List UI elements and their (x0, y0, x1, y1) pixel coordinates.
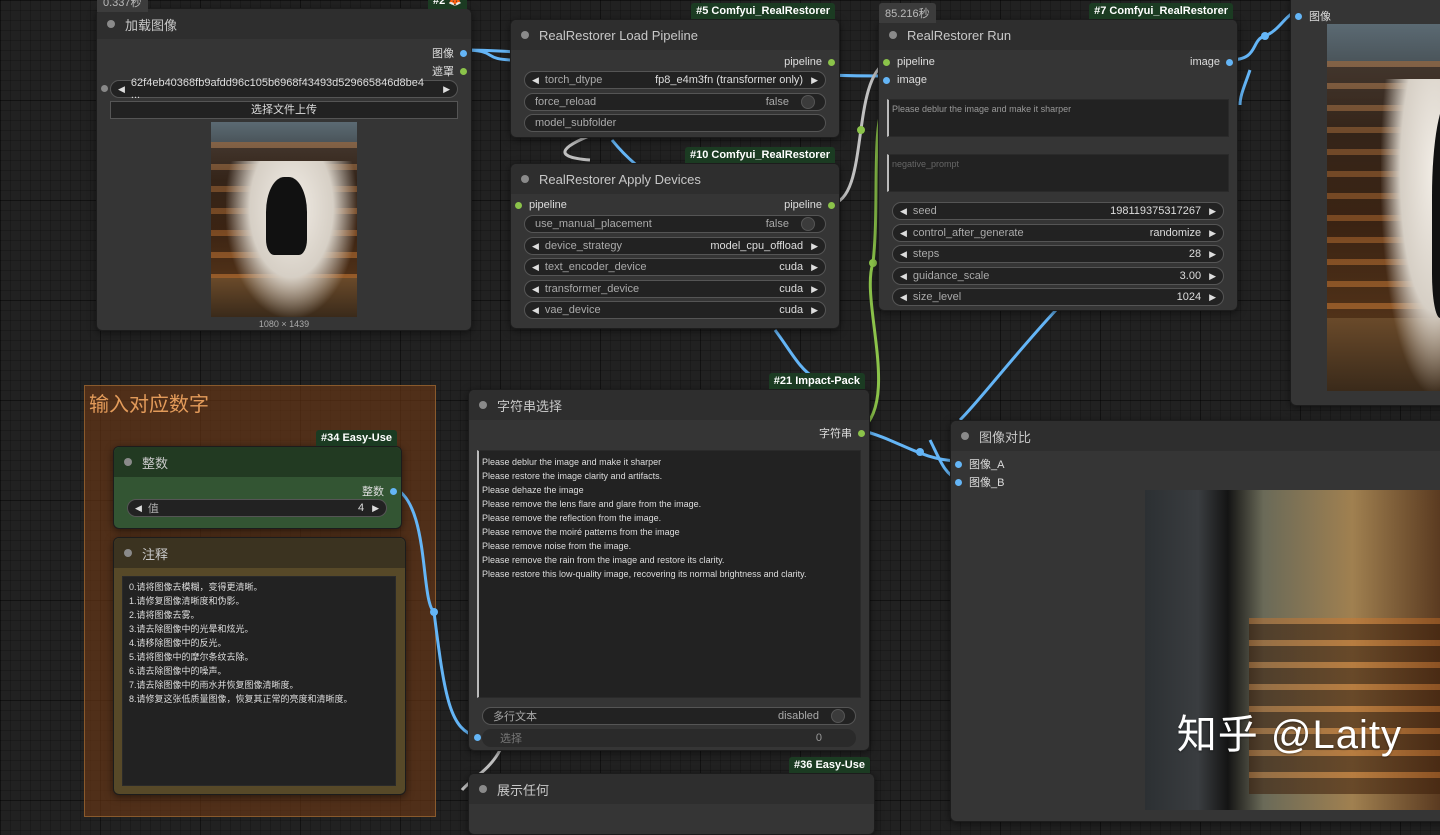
string-select-node[interactable]: #21 Impact-Pack 字符串选择 字符串 Please deblur … (468, 373, 870, 751)
input-pipeline[interactable]: pipeline (883, 56, 935, 68)
collapse-dot-icon[interactable] (479, 401, 487, 409)
torch-dtype-select[interactable]: ◀ torch_dtype fp8_e4m3fn (transformer only… (524, 71, 826, 89)
node-badge: #5 Comfyui_RealRestorer (691, 3, 835, 19)
note-content[interactable]: 0.请将图像去模糊，变得更清晰。 1.请修复图像清晰度和伪影。 2.请将图像去雾… (122, 576, 396, 786)
node-badge: #21 Impact-Pack (768, 373, 865, 389)
node-badge: #36 Easy-Use (789, 757, 870, 773)
output-image[interactable]: 图像 (432, 45, 467, 61)
wire-run-to-compare-a (958, 308, 1058, 422)
node-badge: #34 Easy-Use (316, 430, 397, 446)
node-title: 展示任何 (497, 782, 550, 798)
node-title: RealRestorer Run (907, 27, 1012, 43)
integer-node[interactable]: #34 Easy-Use 整数 整数 ◀ 值 4 ▶ (113, 430, 402, 529)
compare-image-preview[interactable] (1145, 490, 1440, 810)
control-after-generate-select[interactable]: ◀ control_after_generate randomize ▶ (892, 224, 1224, 242)
collapse-dot-icon[interactable] (124, 549, 132, 557)
output-integer[interactable]: 整数 (362, 483, 397, 499)
text-encoder-device-select[interactable]: ◀ text_encoder_device cuda ▶ (524, 258, 826, 276)
input-select-slot[interactable] (474, 734, 481, 741)
wire-run-down (1238, 69, 1252, 106)
node-badge: #10 Comfyui_RealRestorer (684, 147, 835, 163)
output-string[interactable]: 字符串 (819, 425, 865, 441)
guidance-scale-input[interactable]: ◀ guidance_scale 3.00 ▶ (892, 267, 1224, 285)
collapse-dot-icon[interactable] (124, 458, 132, 466)
image-file-select[interactable]: ◀ 62f4eb40368fb9afdd96c105b6968f43493d52… (110, 77, 458, 101)
select-index-input[interactable]: 选择 0 (482, 729, 856, 747)
input-image-preview (211, 122, 357, 317)
node-badge: #2 🦊 (428, 0, 467, 9)
image-dimensions: 1080 × 1439 (258, 319, 310, 329)
input-slot-dot[interactable] (101, 85, 108, 92)
realrestorer-run-node[interactable]: 85.216秒 #7 Comfyui_RealRestorer RealRest… (878, 3, 1238, 311)
collapse-dot-icon[interactable] (479, 785, 487, 793)
apply-devices-node[interactable]: #10 Comfyui_RealRestorer RealRestorer Ap… (510, 147, 840, 329)
input-image[interactable]: image (883, 74, 927, 86)
image-compare-node[interactable]: 图像对比 图像_A 图像_B (950, 420, 1440, 822)
negative-prompt-textarea[interactable]: negative_prompt (887, 154, 1229, 192)
node-badge: #7 Comfyui_RealRestorer (1089, 3, 1233, 19)
load-image-node[interactable]: 0.337秒 #2 🦊 加载图像 图像 遮罩 ◀ 62f4eb40368fb9a… (96, 0, 472, 331)
collapse-dot-icon[interactable] (107, 20, 115, 28)
wire-devices-to-selector (773, 329, 816, 380)
vae-device-select[interactable]: ◀ vae_device cuda ▶ (524, 301, 826, 319)
steps-input[interactable]: ◀ steps 28 ▶ (892, 245, 1224, 263)
input-pipeline[interactable]: pipeline (515, 199, 567, 211)
group-title: 输入对应数字 (89, 394, 209, 416)
next-arrow-icon[interactable]: ▶ (443, 84, 450, 95)
output-mask[interactable]: 遮罩 (432, 63, 467, 79)
note-node[interactable]: 注释 0.请将图像去模糊，变得更清晰。 1.请修复图像清晰度和伪影。 2.请将图… (113, 537, 406, 795)
wire-run-to-preview (1228, 10, 1297, 62)
load-pipeline-node[interactable]: #5 Comfyui_RealRestorer RealRestorer Loa… (510, 3, 840, 138)
node-title: 整数 (142, 455, 169, 471)
wire-image-to-compare (859, 428, 959, 463)
collapse-dot-icon[interactable] (889, 31, 897, 39)
collapse-dot-icon[interactable] (521, 31, 529, 39)
manual-placement-toggle[interactable]: use_manual_placement false (524, 215, 826, 233)
fox-icon: 🦊 (448, 0, 462, 7)
upload-button[interactable]: 选择文件上传 (110, 101, 458, 119)
execution-time: 85.216秒 (879, 3, 936, 23)
node-title: RealRestorer Apply Devices (539, 171, 701, 187)
preview-image-node[interactable]: 图像 (1290, 0, 1440, 406)
collapse-dot-icon[interactable] (521, 175, 529, 183)
force-reload-toggle[interactable]: force_reload false (524, 93, 826, 111)
input-image[interactable]: 图像 (1295, 8, 1331, 24)
prev-arrow-icon[interactable]: ◀ (118, 84, 125, 95)
input-image-a[interactable]: 图像_A (955, 456, 1004, 472)
show-any-node[interactable]: #36 Easy-Use 展示任何 (468, 757, 875, 835)
transformer-device-select[interactable]: ◀ transformer_device cuda ▶ (524, 280, 826, 298)
output-image[interactable]: image (1190, 56, 1233, 68)
output-pipeline[interactable]: pipeline (784, 199, 835, 211)
node-title: 字符串选择 (497, 398, 563, 414)
collapse-dot-icon[interactable] (961, 432, 969, 440)
size-level-input[interactable]: ◀ size_level 1024 ▶ (892, 288, 1224, 306)
watermark: 知乎 @Laity (1176, 713, 1402, 757)
integer-value-input[interactable]: ◀ 值 4 ▶ (127, 499, 387, 517)
device-strategy-select[interactable]: ◀ device_strategy model_cpu_offload ▶ (524, 237, 826, 255)
model-subfolder-input[interactable]: model_subfolder (524, 114, 826, 132)
node-title: 加载图像 (125, 17, 178, 33)
node-title: RealRestorer Load Pipeline (539, 27, 698, 43)
execution-time: 0.337秒 (97, 0, 148, 12)
node-title: 注释 (142, 546, 169, 562)
node-title: 图像对比 (979, 429, 1032, 445)
strings-textarea[interactable]: Please deblur the image and make it shar… (477, 450, 861, 698)
input-image-b[interactable]: 图像_B (955, 474, 1004, 490)
multiline-toggle[interactable]: 多行文本 disabled (482, 707, 856, 725)
prompt-textarea[interactable]: Please deblur the image and make it shar… (887, 99, 1229, 137)
output-pipeline[interactable]: pipeline (784, 56, 835, 68)
output-image-preview (1327, 24, 1440, 391)
seed-input[interactable]: ◀ seed 198119375317267 ▶ (892, 202, 1224, 220)
